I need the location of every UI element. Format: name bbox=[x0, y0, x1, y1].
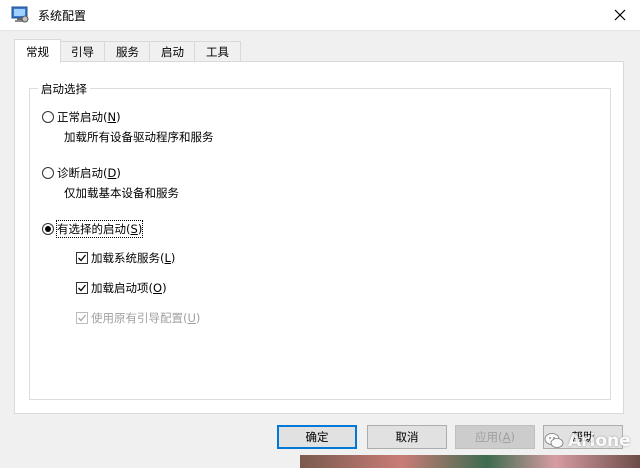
general-tab-panel: 启动选择 正常启动(N) 加载所有设备驱动程序和服务 诊断启动(D) 仅加载基本… bbox=[14, 61, 624, 414]
cancel-button[interactable]: 取消 bbox=[367, 425, 447, 449]
apply-button: 应用(A) bbox=[455, 425, 535, 449]
radio-unchecked-icon bbox=[42, 111, 54, 123]
load-system-services-checkbox[interactable]: 加载系统服务(L) bbox=[76, 250, 175, 266]
ok-button[interactable]: 确定 bbox=[277, 425, 357, 449]
normal-startup-radio[interactable]: 正常启动(N) bbox=[42, 109, 121, 125]
diagnostic-startup-radio[interactable]: 诊断启动(D) bbox=[42, 165, 121, 181]
checkbox-checked-icon bbox=[76, 252, 88, 264]
background-image-strip bbox=[300, 455, 640, 468]
group-title: 启动选择 bbox=[38, 81, 90, 97]
system-config-icon bbox=[11, 6, 29, 24]
title-bar: 系统配置 bbox=[0, 0, 640, 31]
close-icon bbox=[614, 9, 626, 21]
radio-unchecked-icon bbox=[42, 167, 54, 179]
tab-boot[interactable]: 引导 bbox=[59, 41, 106, 61]
tab-startup[interactable]: 启动 bbox=[149, 41, 196, 61]
watermark: Arione bbox=[544, 430, 631, 452]
tab-services[interactable]: 服务 bbox=[104, 41, 151, 61]
checkbox-checked-icon bbox=[76, 282, 88, 294]
window-title: 系统配置 bbox=[38, 9, 87, 23]
load-startup-items-checkbox[interactable]: 加载启动项(O) bbox=[76, 280, 167, 296]
diagnostic-startup-description: 仅加载基本设备和服务 bbox=[64, 186, 179, 200]
use-original-boot-config-checkbox: 使用原有引导配置(U) bbox=[76, 310, 200, 326]
normal-startup-description: 加载所有设备驱动程序和服务 bbox=[64, 130, 214, 144]
tab-general[interactable]: 常规 bbox=[14, 39, 61, 63]
checkbox-checked-disabled-icon bbox=[76, 312, 88, 324]
tab-tools[interactable]: 工具 bbox=[194, 41, 241, 61]
selective-startup-radio[interactable]: 有选择的启动(S) bbox=[42, 220, 144, 238]
startup-selection-group: 启动选择 正常启动(N) 加载所有设备驱动程序和服务 诊断启动(D) 仅加载基本… bbox=[29, 81, 611, 400]
radio-checked-icon bbox=[42, 223, 54, 235]
wechat-icon bbox=[544, 433, 564, 448]
close-button[interactable] bbox=[600, 0, 640, 30]
